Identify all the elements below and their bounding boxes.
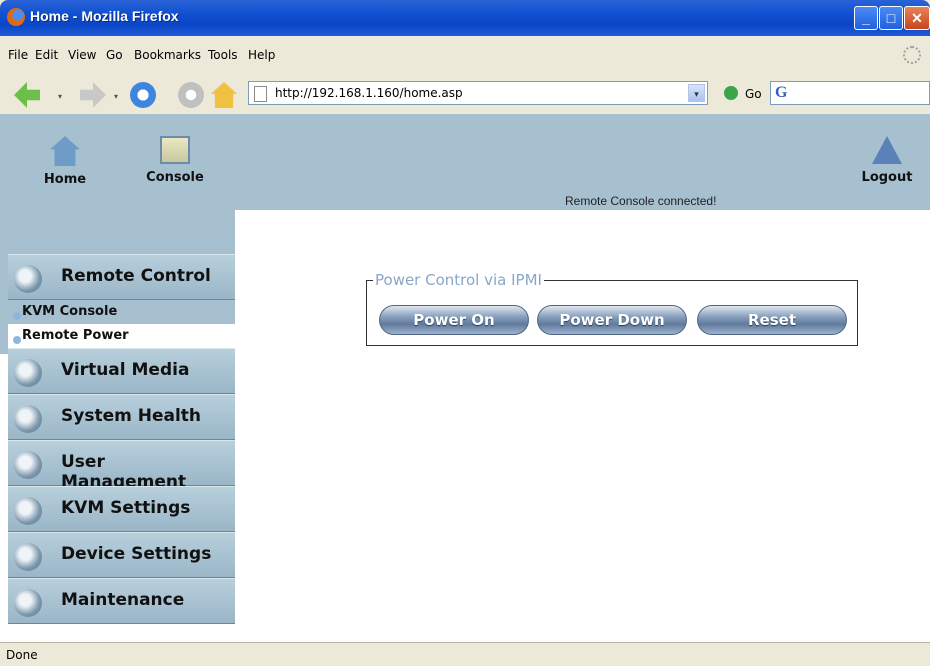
- logout-link[interactable]: Logout: [857, 136, 917, 185]
- power-control-legend: Power Control via IPMI: [373, 271, 544, 289]
- kvm-icon: [14, 497, 42, 525]
- status-bar: Done: [0, 642, 930, 666]
- sidebar-subitem-remote-power[interactable]: Remote Power: [8, 324, 235, 348]
- forward-arrow-icon[interactable]: [80, 82, 106, 108]
- sidebar-subitem-label: Remote Power: [22, 328, 129, 343]
- sidebar-item-label: Remote Control: [61, 266, 211, 286]
- reset-button[interactable]: Reset: [697, 305, 847, 335]
- sidebar-item-device-settings[interactable]: Device Settings: [8, 532, 235, 578]
- stop-icon[interactable]: [178, 82, 204, 108]
- users-icon: [14, 451, 42, 479]
- search-input[interactable]: G: [770, 81, 930, 105]
- url-text[interactable]: http://192.168.1.160/home.asp: [275, 86, 463, 100]
- bullet-icon: [13, 336, 21, 344]
- sidebar-item-kvm-settings[interactable]: KVM Settings: [8, 486, 235, 532]
- sidebar: Remote Control KVM Console Remote Power …: [8, 254, 235, 624]
- console-link[interactable]: Console: [140, 136, 210, 185]
- header-curve: [235, 210, 315, 270]
- minimize-button[interactable]: _: [854, 6, 878, 30]
- tools-icon: [14, 589, 42, 617]
- home-icon[interactable]: [211, 82, 237, 108]
- sidebar-item-user-management[interactable]: User Management: [8, 440, 235, 492]
- power-down-button[interactable]: Power Down: [537, 305, 687, 335]
- logout-icon: [872, 136, 902, 164]
- status-text: Done: [6, 648, 38, 662]
- address-bar[interactable]: http://192.168.1.160/home.asp ▾: [248, 81, 708, 105]
- home-icon: [50, 136, 80, 166]
- go-icon[interactable]: [724, 86, 738, 100]
- web-page: Home Console Logout Remote Console conne…: [0, 114, 930, 642]
- power-control-group: Power Control via IPMI Power On Power Do…: [366, 271, 858, 346]
- sidebar-item-system-health[interactable]: System Health: [8, 394, 235, 440]
- sidebar-item-virtual-media[interactable]: Virtual Media: [8, 348, 235, 394]
- menu-edit[interactable]: Edit: [35, 48, 58, 62]
- sidebar-subitem-kvm-console[interactable]: KVM Console: [8, 300, 235, 324]
- home-label: Home: [43, 172, 87, 187]
- firefox-icon: [7, 8, 25, 26]
- menu-bar: File Edit View Go Bookmarks Tools Help: [0, 36, 930, 77]
- window-titlebar: Home - Mozilla Firefox _ □ ✕: [0, 0, 930, 36]
- sidebar-item-maintenance[interactable]: Maintenance: [8, 578, 235, 624]
- power-on-button[interactable]: Power On: [379, 305, 529, 335]
- sidebar-item-label: KVM Settings: [61, 498, 191, 518]
- menu-help[interactable]: Help: [248, 48, 275, 62]
- page-icon: [254, 86, 267, 102]
- console-label: Console: [146, 170, 204, 185]
- url-dropdown-icon[interactable]: ▾: [688, 84, 705, 102]
- disc-icon: [14, 359, 42, 387]
- console-status-message: Remote Console connected!: [565, 194, 717, 208]
- back-dropdown-icon[interactable]: ▾: [58, 92, 62, 101]
- sidebar-item-label: Device Settings: [61, 544, 212, 564]
- menu-bookmarks[interactable]: Bookmarks: [134, 48, 201, 62]
- forward-dropdown-icon[interactable]: ▾: [114, 92, 118, 101]
- google-icon: G: [775, 84, 788, 101]
- menu-tools[interactable]: Tools: [208, 48, 238, 62]
- home-link[interactable]: Home: [40, 136, 90, 187]
- maximize-button[interactable]: □: [879, 6, 903, 30]
- throbber-icon: [903, 46, 921, 64]
- reload-icon[interactable]: [130, 82, 156, 108]
- sidebar-item-label: System Health: [61, 406, 202, 426]
- go-button[interactable]: Go: [745, 87, 762, 101]
- monitor-icon: [14, 265, 42, 293]
- close-button[interactable]: ✕: [904, 6, 930, 30]
- gears-icon: [14, 543, 42, 571]
- sidebar-item-label: Virtual Media: [61, 360, 190, 380]
- sidebar-item-label: Maintenance: [61, 590, 185, 610]
- window-title: Home - Mozilla Firefox: [30, 8, 179, 24]
- sidebar-item-remote-control[interactable]: Remote Control: [8, 254, 235, 300]
- console-icon: [160, 136, 190, 164]
- menu-file[interactable]: File: [8, 48, 28, 62]
- sidebar-subitem-label: KVM Console: [22, 304, 118, 319]
- bullet-icon: [13, 312, 21, 320]
- health-icon: [14, 405, 42, 433]
- back-arrow-icon[interactable]: [14, 82, 40, 108]
- menu-view[interactable]: View: [68, 48, 96, 62]
- navigation-toolbar: ▾ ▾ http://192.168.1.160/home.asp ▾ Go G: [0, 76, 930, 115]
- logout-label: Logout: [861, 170, 913, 185]
- menu-go[interactable]: Go: [106, 48, 123, 62]
